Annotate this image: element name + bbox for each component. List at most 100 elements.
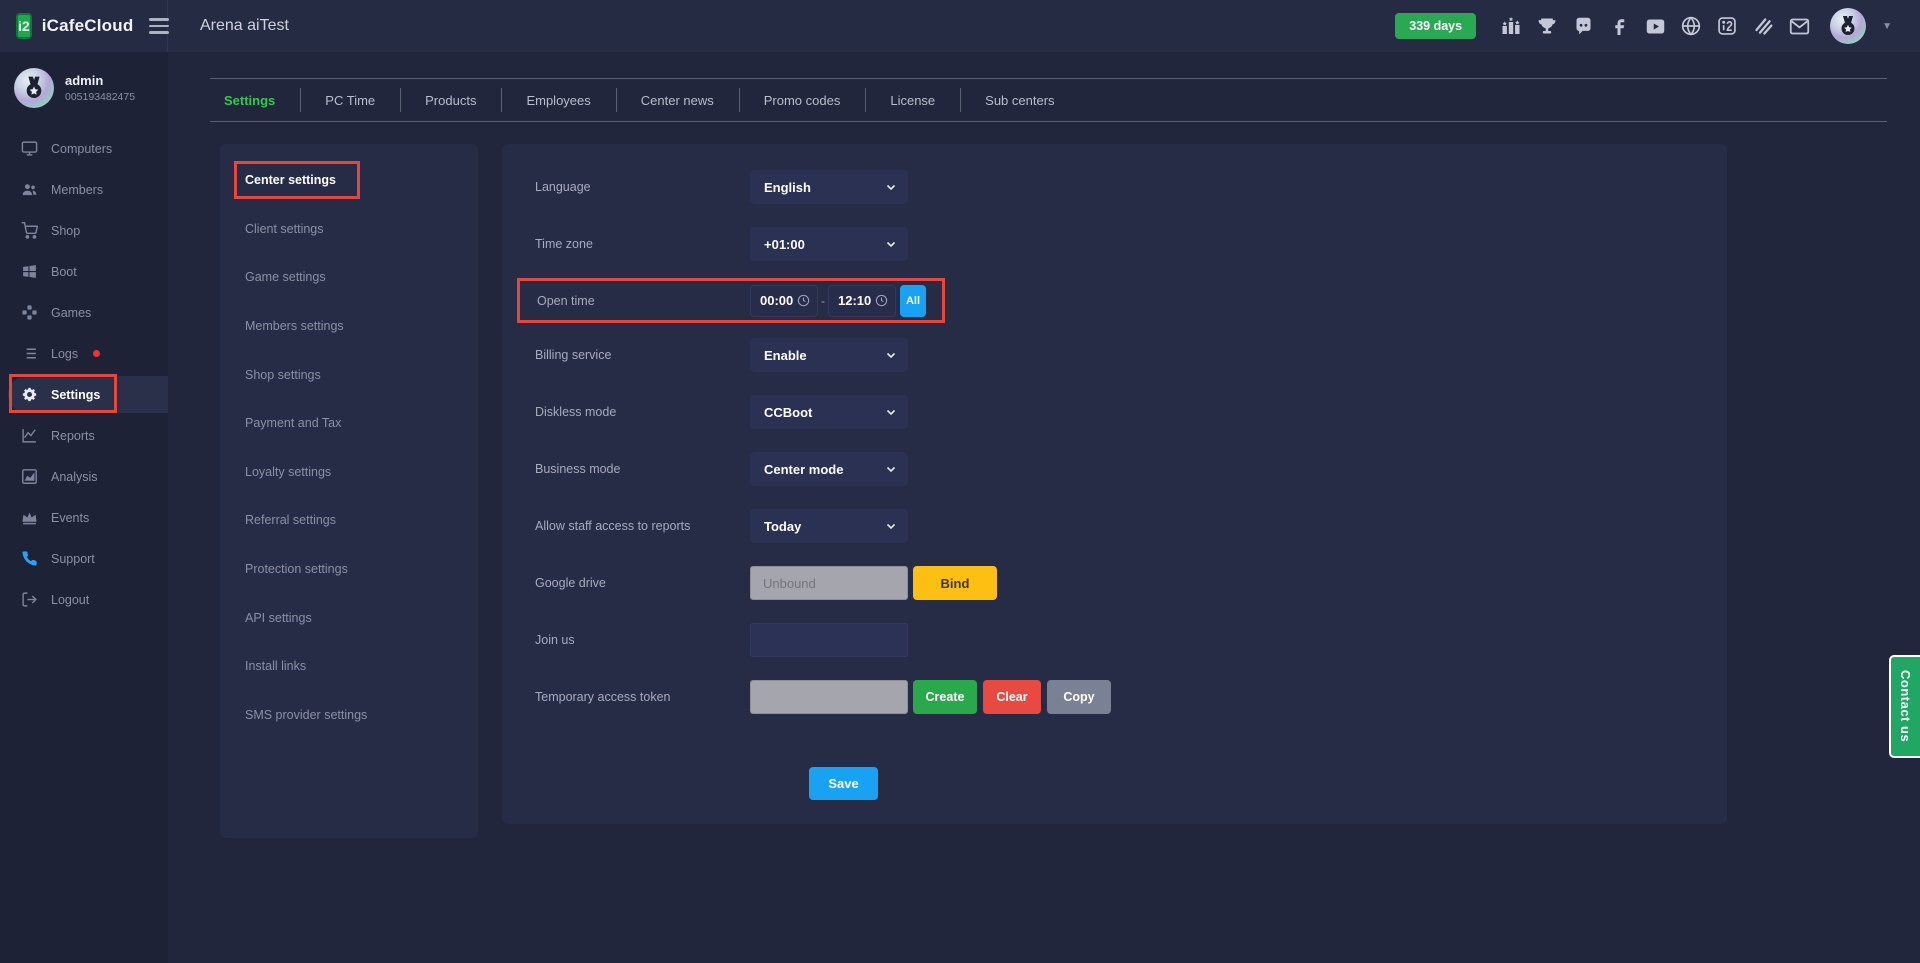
bind-button[interactable]: Bind: [913, 566, 997, 600]
submenu-item-shop-settings[interactable]: Shop settings: [220, 350, 478, 399]
logo-area: i2 iCafeCloud: [0, 0, 170, 52]
join-us-input[interactable]: [750, 623, 908, 657]
sidebar-item-label: Settings: [51, 387, 101, 402]
token-input: [750, 680, 908, 714]
logs-notification-dot: [93, 350, 101, 357]
form-row-business-mode: Business mode Center mode: [535, 452, 1727, 486]
tab-promo-codes[interactable]: Promo codes: [738, 79, 866, 121]
tab-employees[interactable]: Employees: [501, 79, 615, 121]
sidebar-item-logs[interactable]: Logs: [0, 333, 168, 374]
sidebar-item-analysis[interactable]: Analysis: [0, 456, 168, 497]
trophy-icon[interactable]: [1536, 15, 1558, 37]
open-time-all-button[interactable]: All: [900, 284, 926, 317]
diskless-mode-select[interactable]: CCBoot: [750, 395, 908, 429]
discord-icon[interactable]: [1572, 15, 1594, 37]
submenu-item-client-settings[interactable]: Client settings: [220, 205, 478, 254]
top-bar: i2 iCafeCloud Arena aiTest 339 days ▼: [0, 0, 1920, 52]
submenu-item-game-settings[interactable]: Game settings: [220, 253, 478, 302]
settings-submenu-panel: Center settings Client settings Game set…: [220, 144, 478, 838]
user-avatar[interactable]: [1830, 8, 1867, 44]
sidebar-item-shop[interactable]: Shop: [0, 210, 168, 251]
globe-icon[interactable]: [1680, 15, 1702, 37]
submenu-item-protection-settings[interactable]: Protection settings: [220, 545, 478, 594]
form-row-diskless-mode: Diskless mode CCBoot: [535, 395, 1727, 429]
google-drive-label: Google drive: [535, 576, 606, 590]
form-row-join-us: Join us: [535, 623, 1727, 657]
form-row-open-time: Open time 00:00 - 12:10 All: [517, 278, 945, 323]
sidebar-item-label: Events: [51, 510, 90, 525]
sidebar-menu: Computers Members Shop Boot Games Logs S…: [0, 128, 168, 620]
contact-us-tab[interactable]: Contact us: [1889, 655, 1920, 758]
staff-reports-select[interactable]: Today: [750, 509, 908, 543]
open-time-end-input[interactable]: 12:10: [828, 284, 896, 317]
tab-sub-centers[interactable]: Sub centers: [960, 79, 1079, 121]
sidebar-item-logout[interactable]: Logout: [0, 579, 168, 620]
hamburger-menu-icon[interactable]: [149, 18, 170, 34]
settings-tab-bar: Settings PC Time Products Employees Cent…: [210, 78, 1887, 122]
clock-icon: [797, 294, 810, 307]
sidebar-item-members[interactable]: Members: [0, 169, 168, 210]
language-select[interactable]: English: [750, 170, 908, 204]
area-chart-icon: [22, 469, 37, 484]
submenu-label: Members settings: [245, 319, 344, 334]
copy-button[interactable]: Copy: [1047, 680, 1111, 714]
facebook-icon[interactable]: [1608, 15, 1630, 37]
sidebar-item-settings[interactable]: Settings: [0, 374, 168, 415]
tab-center-news[interactable]: Center news: [615, 79, 739, 121]
sidebar-item-label: Logout: [51, 592, 90, 607]
submenu-item-sms-provider-settings[interactable]: SMS provider settings: [220, 691, 478, 740]
submenu-item-referral-settings[interactable]: Referral settings: [220, 496, 478, 545]
language-value: English: [764, 179, 811, 195]
sidebar-item-label: Support: [51, 551, 95, 566]
clock-icon: [875, 294, 888, 307]
submenu-item-center-settings[interactable]: Center settings: [220, 156, 478, 205]
save-button[interactable]: Save: [809, 767, 878, 800]
sidebar-item-boot[interactable]: Boot: [0, 251, 168, 292]
billing-service-label: Billing service: [535, 348, 612, 362]
staff-reports-value: Today: [764, 518, 802, 534]
ranking-icon[interactable]: [1500, 15, 1522, 37]
icafecloud-site-icon[interactable]: [1716, 15, 1738, 37]
logout-icon: [22, 592, 37, 607]
tab-label: Employees: [526, 92, 591, 108]
submenu-item-members-settings[interactable]: Members settings: [220, 302, 478, 351]
line-chart-icon: [22, 429, 36, 443]
youtube-icon[interactable]: [1644, 15, 1666, 37]
layers-icon[interactable]: [1752, 15, 1774, 37]
clear-button[interactable]: Clear: [983, 680, 1041, 714]
submenu-item-install-links[interactable]: Install links: [220, 642, 478, 691]
tab-products[interactable]: Products: [400, 79, 501, 121]
sidebar-item-reports[interactable]: Reports: [0, 415, 168, 456]
sidebar-item-label: Analysis: [51, 469, 98, 484]
sidebar-item-events[interactable]: Events: [0, 497, 168, 538]
sidebar-item-computers[interactable]: Computers: [0, 128, 168, 169]
create-button[interactable]: Create: [913, 680, 977, 714]
cart-icon: [21, 222, 38, 239]
form-row-google-drive: Google drive Bind: [535, 566, 1727, 600]
tab-settings[interactable]: Settings: [210, 79, 300, 121]
tab-label: Settings: [224, 92, 276, 108]
token-label: Temporary access token: [535, 690, 671, 704]
chevron-down-icon[interactable]: ▼: [1882, 21, 1892, 32]
join-us-label: Join us: [535, 633, 575, 647]
mail-icon[interactable]: [1788, 15, 1810, 37]
business-mode-select[interactable]: Center mode: [750, 452, 908, 486]
billing-service-select[interactable]: Enable: [750, 338, 908, 372]
timezone-select[interactable]: +01:00: [750, 227, 908, 261]
tab-license[interactable]: License: [865, 79, 960, 121]
open-time-label: Open time: [537, 293, 595, 308]
submenu-item-payment-and-tax[interactable]: Payment and Tax: [220, 399, 478, 448]
sidebar-user-block[interactable]: admin 005193482475: [0, 52, 168, 122]
gamepad-icon: [22, 305, 37, 320]
timezone-label: Time zone: [535, 237, 593, 251]
sidebar-item-games[interactable]: Games: [0, 292, 168, 333]
tab-pc-time[interactable]: PC Time: [300, 79, 400, 121]
submenu-item-api-settings[interactable]: API settings: [220, 593, 478, 642]
staff-reports-label: Allow staff access to reports: [535, 519, 691, 533]
license-days-badge[interactable]: 339 days: [1395, 13, 1477, 39]
windows-icon: [23, 265, 36, 278]
open-time-start-input[interactable]: 00:00: [750, 284, 818, 317]
submenu-item-loyalty-settings[interactable]: Loyalty settings: [220, 448, 478, 497]
tab-label: Products: [425, 92, 477, 108]
sidebar-item-support[interactable]: Support: [0, 538, 168, 579]
